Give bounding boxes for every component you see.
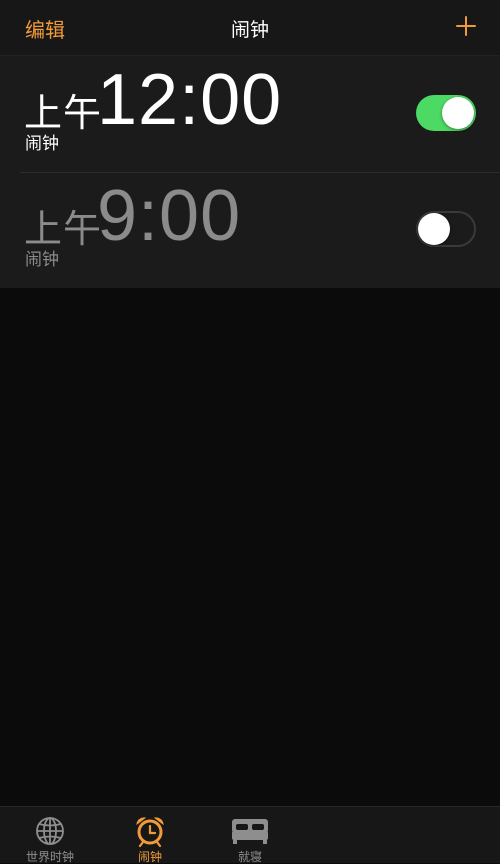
alarm-label: 闹钟 <box>25 250 59 270</box>
alarm-list: 上午 12:00 闹钟 上午 9:00 闹钟 <box>0 56 500 288</box>
tab-label: 就寝 <box>237 850 262 864</box>
tab-alarm[interactable]: 闹钟 <box>100 807 200 863</box>
plus-icon[interactable] <box>454 14 478 38</box>
alarm-label: 闹钟 <box>25 134 59 154</box>
alarm-period: 上午 <box>24 91 103 135</box>
tab-bedtime[interactable]: 就寝 <box>200 807 300 863</box>
tab-bar: 世界时钟 闹钟 就寝 <box>0 806 500 863</box>
alarm-toggle[interactable] <box>416 95 476 131</box>
toggle-knob <box>418 213 450 245</box>
alarm-period: 上午 <box>24 207 103 251</box>
alarm-toggle[interactable] <box>416 211 476 247</box>
globe-icon <box>33 815 67 847</box>
tab-world-clock[interactable]: 世界时钟 <box>0 807 100 863</box>
page-title: 闹钟 <box>230 19 269 41</box>
tab-label: 闹钟 <box>137 850 162 864</box>
bed-icon <box>232 815 268 847</box>
tab-label: 世界时钟 <box>25 850 74 864</box>
toggle-knob <box>442 97 474 129</box>
alarm-row[interactable]: 上午 12:00 闹钟 <box>0 56 500 172</box>
navigation-bar: 编辑 闹钟 <box>0 0 500 56</box>
alarm-clock-icon <box>133 815 167 848</box>
alarm-time: 9:00 <box>97 176 242 256</box>
alarm-row[interactable]: 上午 9:00 闹钟 <box>0 172 500 288</box>
alarm-time: 12:00 <box>97 60 283 140</box>
